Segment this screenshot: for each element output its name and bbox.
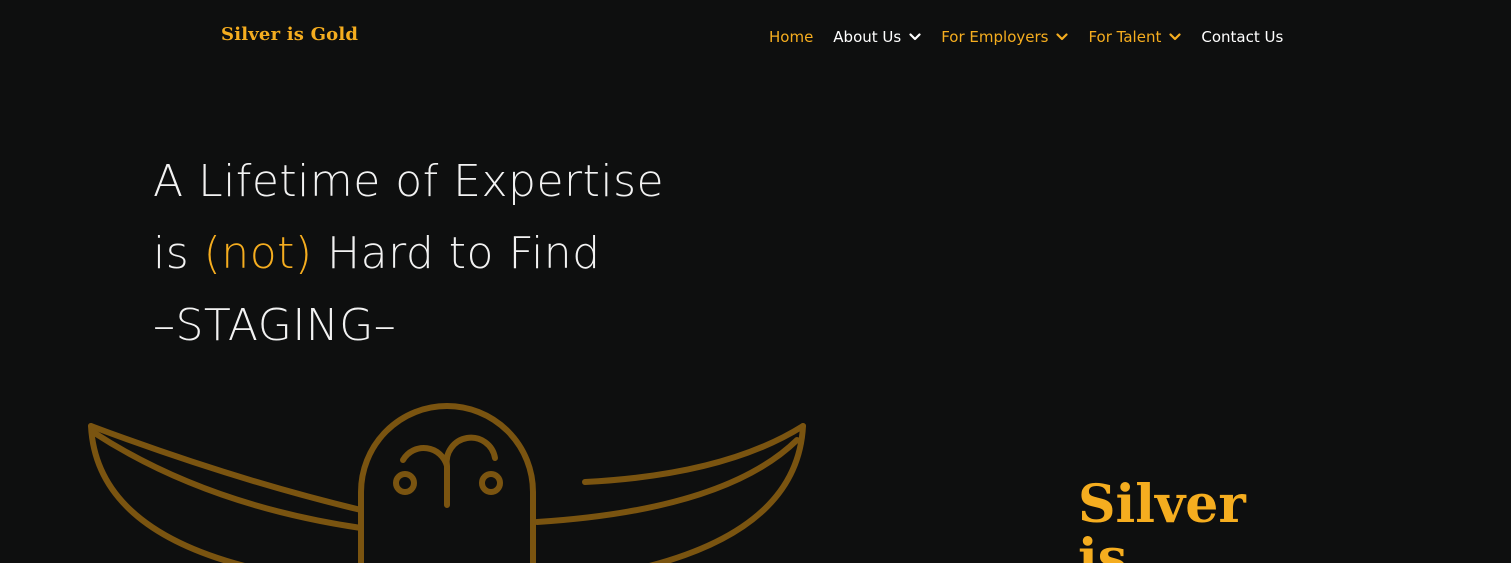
chevron-down-icon[interactable] [1169, 33, 1181, 41]
owl-icon [88, 403, 806, 563]
hero-heading: A Lifetime of Expertise is (not) Hard to… [153, 146, 664, 362]
hero-line-3-staging: –STAGING– [153, 300, 397, 351]
chevron-down-icon[interactable] [1056, 33, 1069, 41]
nav-item-label: About Us [833, 28, 902, 46]
nav-item-label: Contact Us [1201, 28, 1284, 46]
logo-link[interactable]: Silver is Gold [221, 24, 358, 45]
nav-item-label: Home [769, 28, 814, 46]
side-brand-word-2: is [1078, 528, 1128, 563]
nav-item-contact-us[interactable]: Contact Us [1201, 28, 1283, 46]
hero-accent-text: (not) [203, 228, 313, 279]
hero-line-2: is (not) Hard to Find [153, 218, 664, 290]
hero-line-2-prefix: is [153, 228, 204, 279]
hero-line-1: A Lifetime of Expertise [153, 156, 665, 207]
nav-item-label: For Employers [941, 28, 1049, 46]
main-nav: Home About Us For Employers For Talent C… [769, 26, 1283, 48]
side-brand-title: Silver is [1078, 478, 1246, 563]
nav-item-label: For Talent [1088, 28, 1162, 46]
side-brand-word-1: Silver [1078, 474, 1246, 535]
chevron-down-icon[interactable] [909, 33, 921, 41]
nav-item-about-us[interactable]: About Us [833, 28, 921, 46]
nav-item-for-talent[interactable]: For Talent [1088, 28, 1181, 46]
hero-line-2-suffix: Hard to Find [312, 228, 601, 279]
nav-item-for-employers[interactable]: For Employers [941, 28, 1069, 46]
nav-item-home[interactable]: Home [769, 28, 813, 46]
